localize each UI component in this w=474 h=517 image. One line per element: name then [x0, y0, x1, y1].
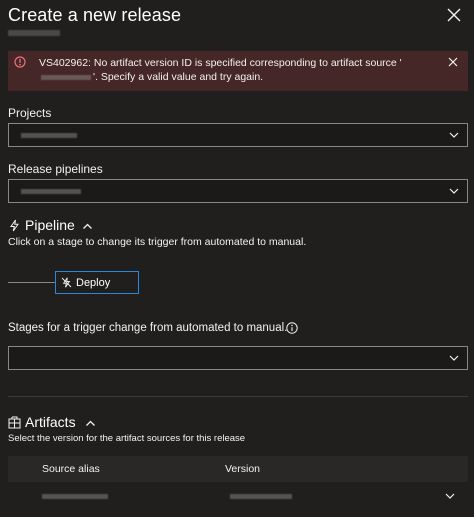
error-circle-icon	[14, 56, 26, 68]
close-icon[interactable]	[445, 6, 463, 24]
redacted-pipeline-name	[21, 189, 81, 194]
pipeline-section-header: Pipeline	[8, 217, 128, 235]
chevron-up-icon[interactable]	[85, 418, 96, 429]
create-release-panel: Create a new release VS402962: No artifa…	[0, 0, 474, 517]
lightning-slash-icon	[61, 277, 72, 288]
close-icon[interactable]	[448, 57, 458, 67]
table-row	[8, 484, 468, 508]
redacted-project-name	[21, 133, 77, 138]
pipeline-title: Pipeline	[25, 217, 75, 233]
artifacts-hint: Select the version for the artifact sour…	[8, 433, 246, 444]
artifacts-table-header: Source alias Version	[8, 456, 468, 482]
projects-dropdown[interactable]	[8, 123, 468, 147]
stages-trigger-label: Stages for a trigger change from automat…	[8, 322, 288, 334]
column-source-alias: Source alias	[42, 463, 100, 475]
redacted-version	[230, 494, 292, 499]
chevron-down-icon	[449, 132, 459, 138]
projects-label: Projects	[8, 106, 52, 120]
artifact-icon	[8, 416, 21, 429]
chevron-down-icon	[449, 188, 459, 194]
artifacts-title: Artifacts	[25, 414, 76, 430]
stage-connector-line	[8, 282, 55, 283]
redacted-subtitle	[8, 30, 60, 36]
stage-deploy-label: Deploy	[76, 277, 111, 289]
error-message-text: VS402962: No artifact version ID is spec…	[39, 56, 444, 84]
chevron-up-icon[interactable]	[82, 221, 93, 232]
redacted-artifact-source	[41, 74, 91, 80]
error-message-prefix: VS402962: No artifact version ID is spec…	[39, 57, 402, 69]
release-pipelines-dropdown[interactable]	[8, 179, 468, 203]
stage-deploy[interactable]: Deploy	[55, 271, 139, 294]
column-version: Version	[225, 463, 261, 475]
section-divider	[8, 396, 468, 397]
info-icon[interactable]	[286, 322, 298, 334]
redacted-source-alias	[42, 494, 108, 499]
chevron-down-icon	[449, 355, 459, 361]
dialog-title: Create a new release	[8, 5, 182, 25]
stages-trigger-dropdown[interactable]	[8, 346, 468, 370]
artifacts-section-header: Artifacts	[8, 414, 128, 432]
release-pipelines-label: Release pipelines	[8, 162, 103, 176]
error-message-suffix: '. Specify a valid value and try again.	[93, 71, 264, 83]
lightning-icon	[10, 219, 19, 232]
chevron-down-icon[interactable]	[444, 490, 456, 502]
pipeline-hint: Click on a stage to change its trigger f…	[8, 236, 307, 248]
